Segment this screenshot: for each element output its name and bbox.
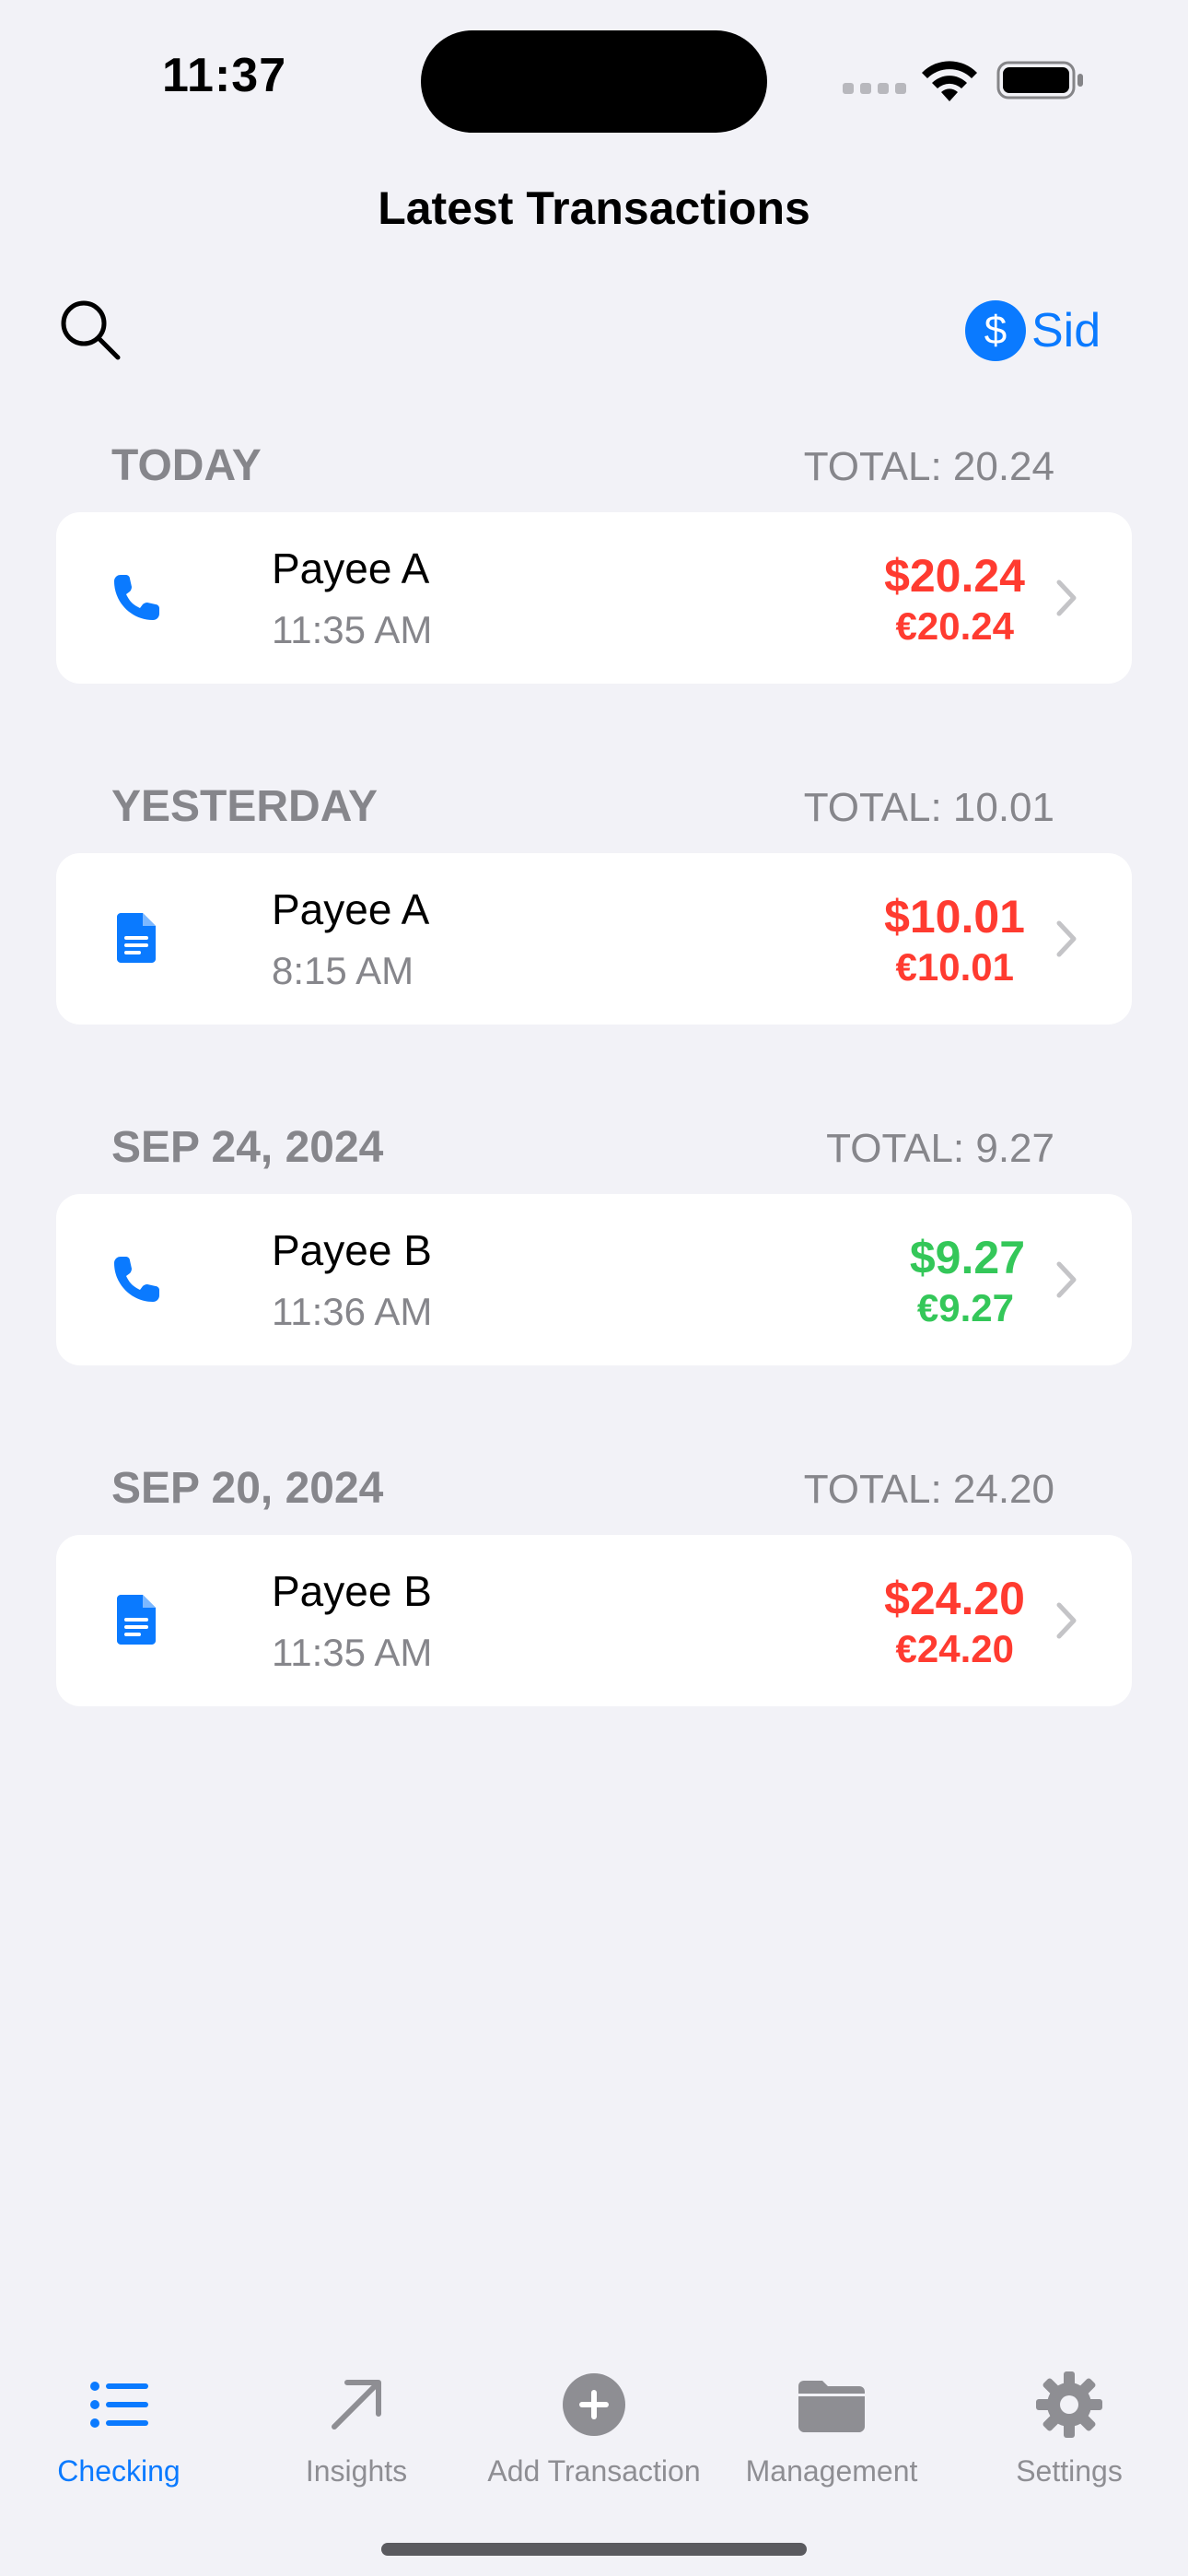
amount-eur: €20.24 <box>895 604 1014 648</box>
section-header: TODAY TOTAL: 20.24 <box>111 440 1054 491</box>
section-title: YESTERDAY <box>111 782 378 831</box>
amount-usd: $10.01 <box>884 891 1025 943</box>
arrow-up-right-icon <box>332 2380 381 2430</box>
tab-label: Add Transaction <box>487 2454 701 2488</box>
transaction-time: 11:35 AM <box>272 608 433 651</box>
list-icon <box>90 2382 148 2428</box>
chevron-right-icon <box>1056 920 1077 957</box>
amount-usd: $20.24 <box>884 550 1025 602</box>
tab-insights[interactable]: Insights <box>238 2368 475 2488</box>
dynamic-island <box>421 30 767 133</box>
gear-icon <box>1036 2371 1102 2438</box>
section-title: TODAY <box>111 441 262 490</box>
status-time: 11:37 <box>162 49 287 102</box>
search-button[interactable] <box>57 297 123 363</box>
chevron-right-icon <box>1056 580 1077 616</box>
folder-icon <box>798 2381 865 2432</box>
section-total: TOTAL: 10.01 <box>803 785 1054 830</box>
tab-checking[interactable]: Checking <box>0 2368 238 2488</box>
transaction-row[interactable]: Payee A 11:35 AM $20.24 €20.24 <box>56 512 1132 684</box>
phone-icon <box>114 575 159 620</box>
payee-name: Payee B <box>272 1226 432 1274</box>
section-header: YESTERDAY TOTAL: 10.01 <box>111 781 1054 832</box>
amount-usd: $24.20 <box>884 1573 1025 1624</box>
dollar-icon: $ <box>965 300 1026 361</box>
cellular-signal-icon <box>843 83 906 94</box>
amount-eur: €10.01 <box>895 945 1014 989</box>
tab-settings[interactable]: Settings <box>950 2368 1188 2488</box>
account-name: Sid <box>1031 304 1101 357</box>
phone-icon <box>114 1257 159 1302</box>
tab-label: Settings <box>1016 2454 1123 2488</box>
tab-label: Management <box>745 2454 918 2488</box>
page-title: Latest Transactions <box>378 182 810 234</box>
transaction-time: 11:35 AM <box>272 1631 433 1674</box>
tab-label: Insights <box>305 2454 408 2488</box>
section-total: TOTAL: 24.20 <box>803 1467 1054 1512</box>
amount-usd: $9.27 <box>909 1232 1025 1283</box>
home-indicator <box>381 2543 807 2556</box>
section-title: SEP 24, 2024 <box>111 1123 384 1172</box>
transaction-row[interactable]: Payee B 11:36 AM $9.27 €9.27 <box>56 1194 1132 1365</box>
transaction-row[interactable]: Payee B 11:35 AM $24.20 €24.20 <box>56 1535 1132 1706</box>
document-icon <box>117 913 156 963</box>
amount-eur: €9.27 <box>916 1286 1014 1329</box>
search-icon <box>61 300 121 360</box>
section-header: SEP 24, 2024 TOTAL: 9.27 <box>111 1122 1054 1173</box>
chevron-right-icon <box>1056 1602 1077 1639</box>
tab-management[interactable]: Management <box>713 2368 950 2488</box>
transaction-time: 8:15 AM <box>272 949 414 992</box>
plus-circle-icon <box>563 2373 625 2436</box>
transaction-time: 11:36 AM <box>272 1290 433 1333</box>
wifi-icon <box>922 61 977 101</box>
payee-name: Payee B <box>272 1567 432 1615</box>
section-total: TOTAL: 9.27 <box>826 1126 1054 1171</box>
battery-icon <box>996 61 1083 100</box>
section-title: SEP 20, 2024 <box>111 1464 384 1513</box>
document-icon <box>117 1595 156 1645</box>
tab-add-transaction[interactable]: Add Transaction <box>475 2368 713 2488</box>
account-button[interactable]: $ Sid <box>965 300 1101 361</box>
tab-label: Checking <box>57 2454 181 2488</box>
tab-bar: Checking Insights Add Transaction Manage… <box>0 2349 1188 2497</box>
transaction-row[interactable]: Payee A 8:15 AM $10.01 €10.01 <box>56 853 1132 1025</box>
section-total: TOTAL: 20.24 <box>803 444 1054 489</box>
chevron-right-icon <box>1056 1261 1077 1298</box>
payee-name: Payee A <box>272 885 430 933</box>
amount-eur: €24.20 <box>895 1627 1014 1670</box>
payee-name: Payee A <box>272 544 430 592</box>
section-header: SEP 20, 2024 TOTAL: 24.20 <box>111 1463 1054 1514</box>
